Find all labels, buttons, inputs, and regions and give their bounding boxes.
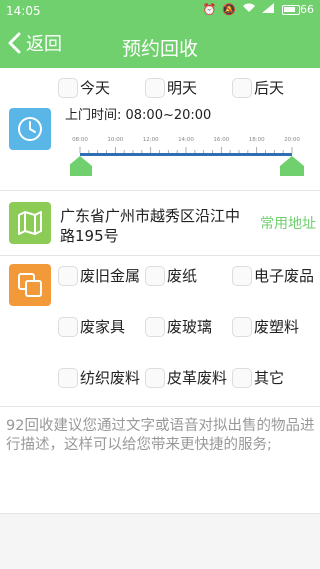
waste-option-electronics[interactable]: 电子废品 [232, 265, 314, 286]
paper-label: 废纸 [167, 267, 198, 285]
today-checkbox[interactable] [58, 77, 78, 98]
today-label: 今天 [80, 79, 111, 97]
waste-option-other[interactable]: 其它 [232, 367, 284, 388]
common-address-link[interactable]: 常用地址 [260, 213, 316, 233]
page-title: 预约回收 [121, 38, 198, 60]
after-tomorrow-label: 后天 [254, 79, 285, 97]
furniture-label: 废家具 [80, 318, 126, 336]
paper-checkbox[interactable] [145, 265, 165, 286]
day-option-tomorrow[interactable]: 明天 [145, 77, 197, 98]
electronics-label: 电子废品 [254, 267, 315, 285]
waste-option-glass[interactable]: 废玻璃 [145, 316, 212, 337]
textile-checkbox[interactable] [58, 367, 78, 388]
waste-option-metal[interactable]: 废旧金属 [58, 265, 140, 286]
copy-icon [9, 264, 51, 306]
signal-icon [262, 3, 274, 16]
tomorrow-label: 明天 [167, 79, 198, 97]
battery-indicator: 66 [280, 3, 314, 16]
after-tomorrow-checkbox[interactable] [232, 77, 252, 98]
clock-icon [9, 108, 51, 150]
divider [0, 513, 320, 514]
alarm-icon: ⏰ [202, 3, 217, 16]
slider-tick-label: 10:00 [107, 137, 123, 143]
waste-option-paper[interactable]: 废纸 [145, 265, 197, 286]
battery-level: 66 [300, 3, 314, 16]
map-icon [9, 202, 51, 244]
mute-icon: 🔕 [222, 3, 236, 16]
status-icons: ⏰ 🔕 66 [203, 3, 314, 16]
slider-tick-label: 08:00 [72, 137, 88, 143]
slider-tick-label: 18:00 [249, 137, 265, 143]
waste-option-textile[interactable]: 纺织废料 [58, 367, 140, 388]
status-time: 14:05 [6, 4, 41, 18]
slider-start-handle[interactable] [70, 156, 92, 176]
leather-label: 皮革废料 [167, 369, 228, 387]
description-placeholder: 92回收建议您通过文字或语音对拟出售的物品进行描述，这样可以给您带来更快捷的服务… [6, 418, 315, 453]
metal-checkbox[interactable] [58, 265, 78, 286]
battery-icon [282, 4, 300, 15]
other-checkbox[interactable] [232, 367, 252, 388]
day-option-today[interactable]: 今天 [58, 77, 110, 98]
plastic-label: 废塑料 [254, 318, 300, 336]
electronics-checkbox[interactable] [232, 265, 252, 286]
slider-track [80, 153, 292, 156]
status-bar: 14:05 ⏰ 🔕 66 [0, 0, 320, 22]
glass-checkbox[interactable] [145, 316, 165, 337]
other-label: 其它 [254, 369, 285, 387]
address-text: 广东省广州市越秀区沿江中路195号 [60, 207, 241, 245]
slider-tick-label: 20:00 [284, 137, 300, 143]
furniture-checkbox[interactable] [58, 316, 78, 337]
metal-label: 废旧金属 [80, 267, 141, 285]
glass-label: 废玻璃 [167, 318, 213, 336]
time-range-slider[interactable]: 08:00 10:00 12:00 14:00 16:00 18:00 20:00 [70, 132, 310, 178]
plastic-checkbox[interactable] [232, 316, 252, 337]
leather-checkbox[interactable] [145, 367, 165, 388]
service-hours-label: 上门时间: 08:00~20:00 [65, 108, 212, 123]
slider-end-handle[interactable] [280, 156, 304, 176]
textile-label: 纺织废料 [80, 369, 141, 387]
slider-tick-label: 14:00 [178, 137, 194, 143]
waste-option-leather[interactable]: 皮革废料 [145, 367, 227, 388]
tomorrow-checkbox[interactable] [145, 77, 165, 98]
slider-tick-label: 12:00 [143, 137, 159, 143]
app-header: 14:05 ⏰ 🔕 66 返回 预约回收 [0, 0, 320, 68]
day-option-after-tomorrow[interactable]: 后天 [232, 77, 284, 98]
waste-option-furniture[interactable]: 废家具 [58, 316, 125, 337]
waste-option-plastic[interactable]: 废塑料 [232, 316, 299, 337]
wifi-icon [242, 3, 256, 16]
slider-tick-label: 16:00 [213, 137, 229, 143]
